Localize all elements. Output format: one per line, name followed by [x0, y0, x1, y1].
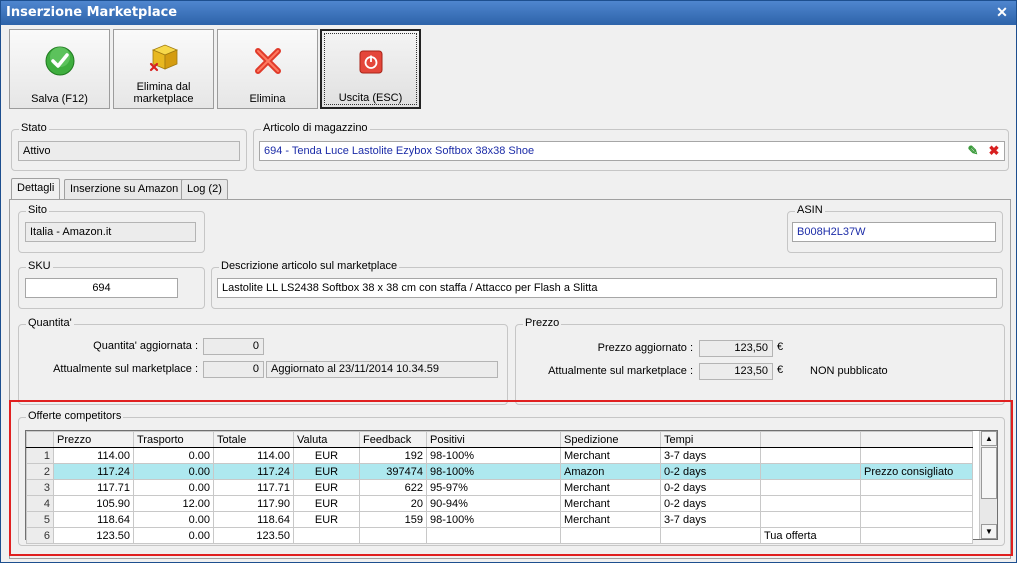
power-icon: [359, 50, 382, 74]
prezzo-label: Prezzo: [523, 317, 562, 329]
edit-pencil-icon[interactable]: ✎: [966, 144, 980, 158]
sku-field[interactable]: 694: [25, 278, 178, 298]
quantita-updated-field: 0: [203, 338, 264, 355]
prezzo-updated-field: 123,50: [699, 340, 773, 357]
clear-x-icon[interactable]: ✖: [987, 144, 1001, 158]
close-icon[interactable]: ✕: [994, 4, 1010, 20]
sito-field: Italia - Amazon.it: [25, 222, 196, 242]
delete-button-label: Elimina: [249, 93, 286, 105]
prezzo-status: NON pubblicato: [810, 365, 888, 377]
tab-log[interactable]: Log (2): [181, 179, 228, 200]
quantita-label: Quantita': [26, 317, 74, 329]
highlight-annotation-box: [9, 400, 1013, 556]
exit-button[interactable]: Uscita (ESC): [320, 29, 421, 109]
sku-label: SKU: [26, 260, 53, 272]
save-button-label: Salva (F12): [31, 93, 88, 105]
descrizione-label: Descrizione articolo sul marketplace: [219, 260, 400, 272]
sito-label: Sito: [26, 204, 49, 216]
title-bar: Inserzione Marketplace ✕: [1, 1, 1016, 25]
box-remove-icon: [149, 44, 178, 72]
quantita-current-field: 0: [203, 361, 264, 378]
red-x-icon: [254, 48, 281, 74]
exit-button-label: Uscita (ESC): [338, 92, 403, 104]
prezzo-current-currency: €: [777, 364, 784, 376]
asin-field[interactable]: B008H2L37W: [792, 222, 996, 242]
quantita-updated-note: Aggiornato al 23/11/2014 10.34.59: [266, 361, 498, 378]
prezzo-updated-label: Prezzo aggiornato :: [597, 342, 693, 354]
prezzo-current-field: 123,50: [699, 363, 773, 380]
remove-from-marketplace-label: Elimina dal marketplace: [114, 81, 213, 105]
tab-inserzione-amazon[interactable]: Inserzione su Amazon: [64, 179, 185, 200]
tab-dettagli[interactable]: Dettagli: [11, 178, 61, 200]
stato-field: Attivo: [18, 141, 240, 161]
remove-label-line2: marketplace: [133, 93, 194, 105]
prezzo-current-label: Attualmente sul marketplace :: [548, 365, 693, 377]
save-button[interactable]: Salva (F12): [9, 29, 110, 109]
quantita-updated-label: Quantita' aggiornata :: [93, 340, 198, 352]
window-title: Inserzione Marketplace: [6, 5, 178, 20]
quantita-current-label: Attualmente sul marketplace :: [53, 363, 198, 375]
asin-label: ASIN: [795, 204, 825, 216]
remove-label-line1: Elimina dal: [136, 81, 191, 93]
prezzo-updated-currency: €: [777, 341, 784, 353]
delete-button[interactable]: Elimina: [217, 29, 318, 109]
remove-from-marketplace-button[interactable]: Elimina dal marketplace: [113, 29, 214, 109]
stato-label: Stato: [19, 122, 49, 134]
descrizione-field[interactable]: Lastolite LL LS2438 Softbox 38 x 38 cm c…: [217, 278, 997, 298]
marketplace-window: Inserzione Marketplace ✕ Salva (F12) Eli…: [0, 0, 1017, 563]
articolo-label: Articolo di magazzino: [261, 122, 370, 134]
check-icon: [45, 46, 74, 76]
articolo-field[interactable]: 694 - Tenda Luce Lastolite Ezybox Softbo…: [259, 141, 1005, 161]
